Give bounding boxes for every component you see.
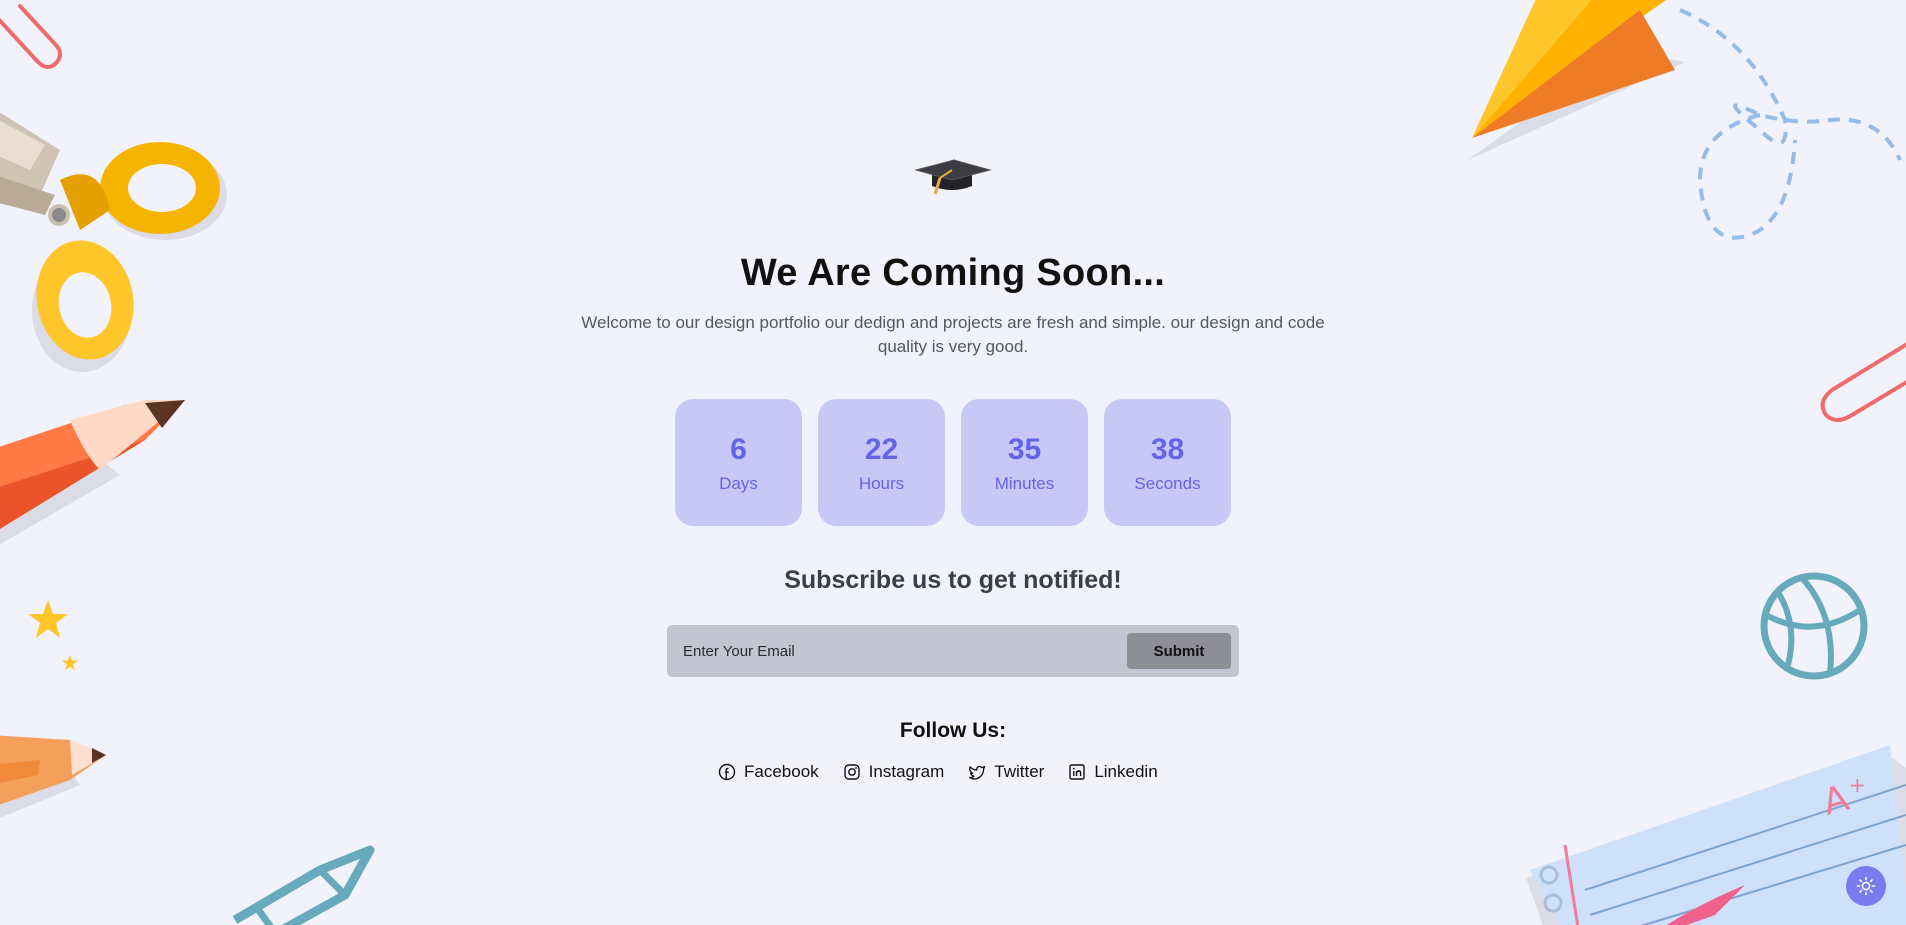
social-link-label: Linkedin	[1094, 762, 1158, 781]
social-link-label: Twitter	[994, 762, 1045, 781]
countdown-value: 35	[1007, 432, 1042, 466]
countdown-value: 22	[864, 432, 899, 466]
submit-button[interactable]: Submit	[1127, 633, 1231, 669]
page-title: We Are Coming Soon...	[740, 252, 1166, 294]
social-links: Facebook Instagram Twitter Linkedin	[718, 760, 1158, 784]
countdown-minutes: 35 Minutes	[961, 399, 1088, 526]
social-link-label: Instagram	[868, 762, 945, 781]
page-description: Welcome to our design portfolio our dedi…	[581, 313, 1325, 356]
subscribe-title: Subscribe us to get notified!	[784, 566, 1122, 594]
sun-icon	[1856, 876, 1876, 896]
social-link-facebook[interactable]: Facebook	[718, 760, 819, 784]
instagram-icon	[843, 764, 860, 780]
countdown-label: Seconds	[1134, 473, 1201, 493]
social-link-linkedin[interactable]: Linkedin	[1068, 760, 1158, 784]
linkedin-icon	[1069, 764, 1086, 780]
main-content: We Are Coming Soon... Welcome to our des…	[0, 0, 1906, 925]
coming-soon-page: A + We Are Coming Soon... Welcome to our…	[0, 0, 1906, 925]
countdown-days: 6 Days	[675, 399, 802, 526]
countdown-timer: 6 Days 22 Hours 35 Minutes 38 Seconds	[675, 399, 1231, 526]
social-link-instagram[interactable]: Instagram	[843, 760, 945, 784]
social-link-label: Facebook	[744, 762, 819, 781]
graduation-cap-icon	[914, 159, 992, 195]
countdown-label: Days	[719, 473, 758, 493]
countdown-hours: 22 Hours	[818, 399, 945, 526]
countdown-label: Minutes	[994, 473, 1055, 493]
theme-toggle-button[interactable]	[1846, 866, 1886, 906]
subscribe-form: Submit	[667, 625, 1239, 677]
countdown-label: Hours	[858, 473, 905, 493]
facebook-icon	[718, 763, 736, 781]
email-input[interactable]	[683, 625, 1103, 677]
follow-title: Follow Us:	[899, 719, 1007, 742]
countdown-value: 38	[1150, 432, 1185, 466]
social-link-twitter[interactable]: Twitter	[968, 760, 1044, 784]
twitter-icon	[969, 765, 986, 780]
countdown-value: 6	[730, 432, 747, 466]
countdown-seconds: 38 Seconds	[1104, 399, 1231, 526]
